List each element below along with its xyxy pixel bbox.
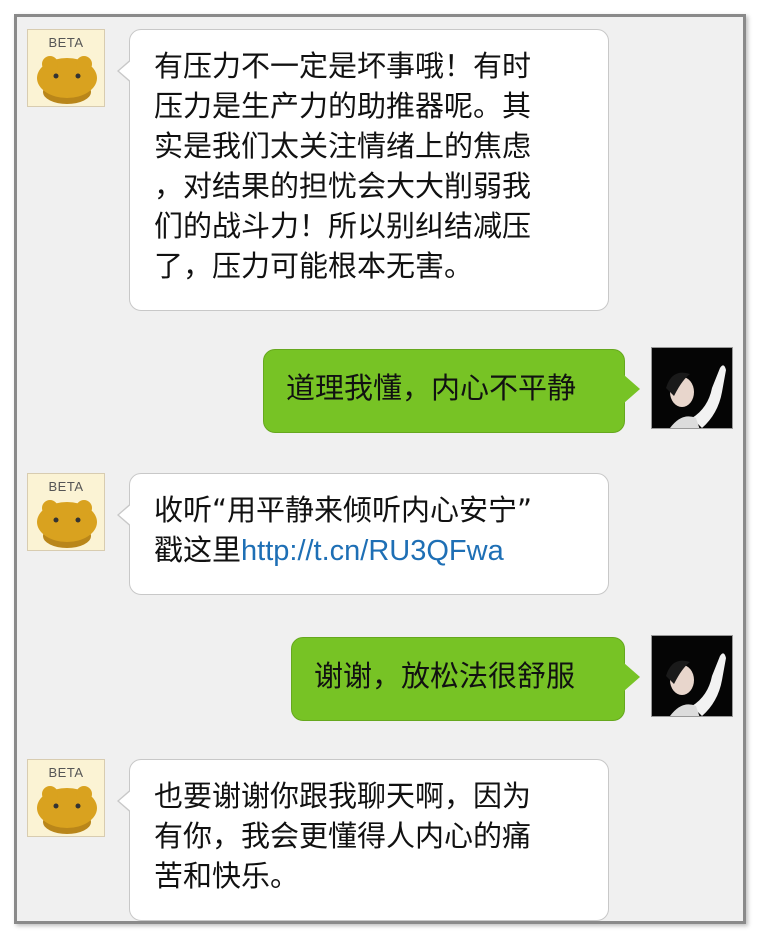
user-message-bubble: 道理我懂，内心不平静	[263, 349, 625, 433]
message-line: 了，压力可能根本无害。	[154, 249, 474, 283]
message-line: 戳这里http://t.cn/RU3QFwa	[154, 530, 588, 571]
short-link[interactable]: http://t.cn/RU3QFwa	[241, 535, 504, 567]
message-line: 也要谢谢你跟我聊天啊，因为	[154, 779, 532, 813]
bubble-tail-fill	[119, 58, 134, 84]
bot-avatar-icon[interactable]: BETA	[27, 29, 105, 107]
message-line: 们的战斗力！所以别纠结减压	[154, 209, 532, 243]
chat-window: BETA 有压力不一定是坏事哦！有时 压力是生产力的助推器呢。其 实是我们太关注…	[14, 14, 746, 924]
message-line: 实是我们太关注情绪上的焦虑	[154, 129, 532, 163]
person-photo-icon	[652, 348, 732, 428]
message-line: 有压力不一定是坏事哦！有时	[154, 49, 532, 83]
user-avatar-icon[interactable]	[651, 635, 733, 717]
bot-avatar-icon[interactable]: BETA	[27, 473, 105, 551]
message-line: 有你，我会更懂得人内心的痛	[154, 819, 532, 853]
bear-face-icon	[37, 786, 97, 834]
message-text: 谢谢，放松法很舒服	[314, 659, 576, 693]
bubble-tail-fill	[119, 502, 134, 528]
message-text: 道理我懂，内心不平静	[286, 371, 577, 405]
bot-message-bubble: 有压力不一定是坏事哦！有时 压力是生产力的助推器呢。其 实是我们太关注情绪上的焦…	[129, 29, 609, 311]
message-line: ，对结果的担忧会大大削弱我	[154, 169, 532, 203]
bot-message-bubble: 也要谢谢你跟我聊天啊，因为 有你，我会更懂得人内心的痛 苦和快乐。	[129, 759, 609, 921]
message-line: 压力是生产力的助推器呢。其	[154, 89, 532, 123]
person-photo-icon	[652, 636, 732, 716]
bubble-tail-fill	[119, 788, 134, 814]
bubble-tail	[624, 375, 640, 403]
bear-face-icon	[37, 56, 97, 104]
bubble-tail	[624, 663, 640, 691]
link-prefix: 戳这里	[154, 533, 242, 567]
bot-avatar-icon[interactable]: BETA	[27, 759, 105, 837]
bot-message-bubble: 收听“用平静来倾听内心安宁” 戳这里http://t.cn/RU3QFwa	[129, 473, 609, 595]
message-line: 苦和快乐。	[154, 859, 300, 893]
user-message-bubble: 谢谢，放松法很舒服	[291, 637, 625, 721]
user-avatar-icon[interactable]	[651, 347, 733, 429]
bear-face-icon	[37, 500, 97, 548]
message-line: 收听“用平静来倾听内心安宁”	[154, 493, 533, 527]
